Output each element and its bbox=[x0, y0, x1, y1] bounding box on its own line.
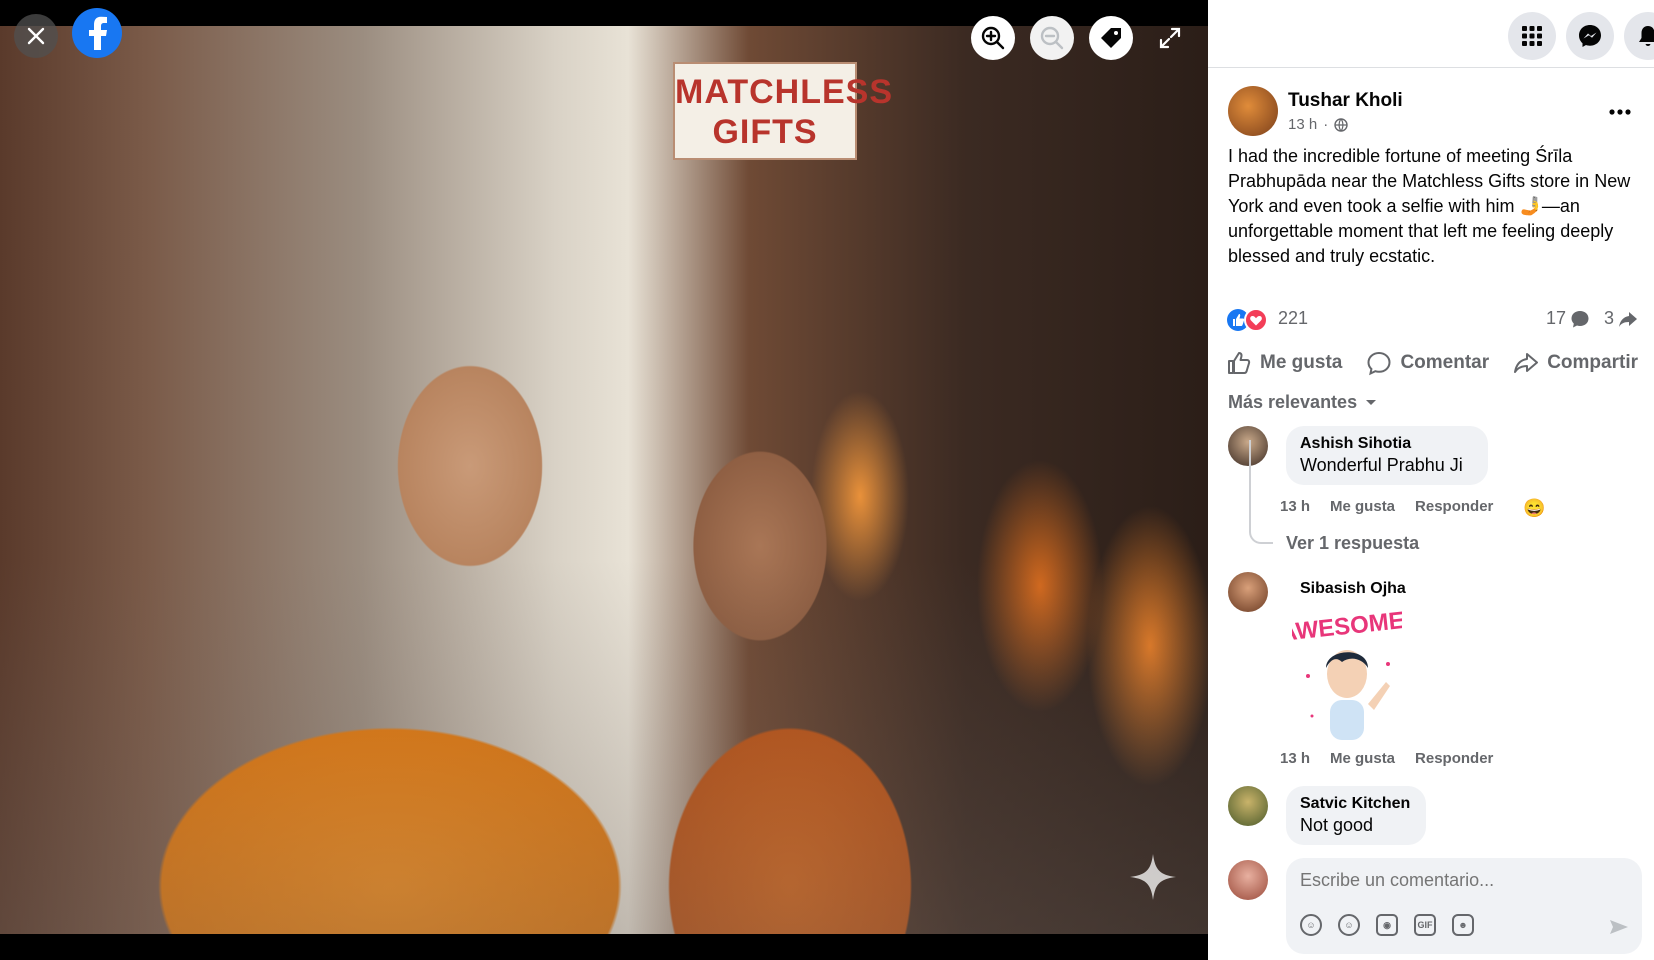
like-love-icons bbox=[1227, 308, 1268, 332]
camera-icon[interactable]: ◉ bbox=[1376, 914, 1398, 936]
commenter-name[interactable]: Satvic Kitchen bbox=[1300, 795, 1412, 813]
store-sign: MATCHLESS GIFTS bbox=[673, 62, 894, 160]
apps-button[interactable] bbox=[1508, 12, 1556, 60]
globe-icon bbox=[1334, 117, 1348, 132]
messenger-button[interactable] bbox=[1566, 12, 1614, 60]
share-button[interactable]: Compartir bbox=[1513, 346, 1638, 380]
send-icon[interactable] bbox=[1608, 916, 1630, 938]
share-label: Compartir bbox=[1547, 352, 1638, 373]
reaction-summary: 221 17 3 bbox=[1226, 306, 1638, 332]
commenter-name[interactable]: Sibasish Ojha bbox=[1300, 580, 1406, 598]
apps-grid-icon bbox=[1522, 26, 1542, 46]
comment-like-link[interactable]: Me gusta bbox=[1330, 498, 1395, 519]
tag-icon bbox=[1101, 28, 1121, 48]
zoom-in-button[interactable] bbox=[971, 16, 1015, 60]
sign-line-1: MATCHLESS bbox=[675, 73, 894, 111]
notifications-icon bbox=[1639, 26, 1654, 46]
zoom-out-button[interactable] bbox=[1030, 16, 1074, 60]
post-text: I had the incredible fortune of meeting … bbox=[1228, 146, 1631, 266]
like-button[interactable]: Me gusta bbox=[1226, 346, 1342, 380]
post-actions: Me gusta Comentar Compartir bbox=[1226, 346, 1638, 380]
zoom-out-icon bbox=[1040, 26, 1064, 50]
comment-time[interactable]: 13 h bbox=[1280, 750, 1310, 767]
share-icon bbox=[1514, 353, 1539, 373]
post-header: Tushar Kholi 13 h · bbox=[1228, 86, 1638, 138]
more-options-icon bbox=[1609, 109, 1631, 115]
post-side-panel: Tushar Kholi 13 h · I had the incredible… bbox=[1208, 0, 1654, 960]
comment-meta: 13 h Me gusta Responder 😄 bbox=[1280, 498, 1546, 519]
fullscreen-icon bbox=[1159, 27, 1181, 49]
sticker-text: AWESOME! bbox=[1292, 606, 1402, 647]
reply-thread-line bbox=[1249, 440, 1273, 544]
facebook-f-icon bbox=[89, 16, 107, 50]
photo-shading bbox=[0, 560, 1208, 960]
comment-item: Ashish Sihotia Wonderful Prabhu Ji bbox=[1228, 426, 1640, 486]
comment-composer: ☺ ☺ ◉ GIF ☻ bbox=[1228, 858, 1642, 956]
comment-button[interactable]: Comentar bbox=[1366, 346, 1489, 380]
chevron-down-icon bbox=[1366, 399, 1377, 405]
comment-meta: 13 h Me gusta Responder bbox=[1280, 750, 1493, 767]
commenter-name[interactable]: Ashish Sihotia bbox=[1300, 435, 1474, 453]
author-name[interactable]: Tushar Kholi bbox=[1288, 90, 1403, 112]
tag-button[interactable] bbox=[1089, 16, 1133, 60]
emoji-icon[interactable]: ☺ bbox=[1338, 914, 1360, 936]
commenter-avatar[interactable] bbox=[1228, 572, 1268, 612]
shares-count: 3 bbox=[1603, 308, 1614, 328]
comment-icon bbox=[1367, 351, 1391, 376]
comment-time[interactable]: 13 h bbox=[1280, 498, 1310, 519]
composer-tools: ☺ ☺ ◉ GIF ☻ bbox=[1300, 914, 1474, 936]
notifications-button[interactable] bbox=[1624, 12, 1654, 60]
comment-bubble: Ashish Sihotia Wonderful Prabhu Ji bbox=[1286, 426, 1488, 485]
close-icon bbox=[27, 27, 45, 45]
facebook-logo[interactable] bbox=[72, 8, 122, 58]
messenger-icon bbox=[1579, 25, 1601, 47]
reactions-count[interactable]: 221 bbox=[1278, 308, 1308, 329]
comment-label: Comentar bbox=[1400, 352, 1490, 373]
avatar-sticker-icon[interactable]: ☺ bbox=[1300, 914, 1322, 936]
author-avatar[interactable] bbox=[1228, 86, 1278, 136]
meta-separator: · bbox=[1323, 116, 1329, 133]
post-time[interactable]: 13 h bbox=[1288, 116, 1317, 133]
shares-count-link[interactable]: 3 bbox=[1604, 308, 1638, 329]
comment-text: Wonderful Prabhu Ji bbox=[1300, 455, 1463, 475]
comment-bubble-icon bbox=[1571, 310, 1589, 327]
viewer-bottom-bar bbox=[0, 934, 1208, 960]
comment-reply-link[interactable]: Responder bbox=[1415, 498, 1493, 519]
side-header bbox=[1208, 0, 1654, 68]
reaction-icons[interactable] bbox=[1226, 308, 1272, 332]
post-options-button[interactable] bbox=[1608, 96, 1632, 122]
comment-item: Satvic Kitchen Not good bbox=[1228, 786, 1640, 846]
comment-text: Not good bbox=[1300, 815, 1374, 835]
close-button[interactable] bbox=[14, 14, 58, 58]
sticker-icon[interactable]: ☻ bbox=[1452, 914, 1474, 936]
comments-count-link[interactable]: 17 bbox=[1546, 308, 1590, 329]
comment-like-link[interactable]: Me gusta bbox=[1330, 750, 1395, 767]
like-label: Me gusta bbox=[1260, 352, 1343, 373]
current-user-avatar[interactable] bbox=[1228, 860, 1268, 900]
sort-label: Más relevantes bbox=[1228, 392, 1358, 412]
post-meta: 13 h · bbox=[1288, 116, 1348, 133]
gif-icon[interactable]: GIF bbox=[1414, 914, 1436, 936]
sparkle-icon bbox=[1130, 854, 1176, 900]
zoom-in-icon bbox=[981, 26, 1005, 50]
comment-item: Sibasish Ojha bbox=[1228, 572, 1640, 772]
comment-bubble: Satvic Kitchen Not good bbox=[1286, 786, 1426, 845]
comment-reaction-emoji[interactable]: 😄 bbox=[1523, 498, 1545, 519]
photo-viewer: MATCHLESS GIFTS bbox=[0, 0, 1208, 960]
comment-reply-link[interactable]: Responder bbox=[1415, 750, 1493, 767]
composer-box: ☺ ☺ ◉ GIF ☻ bbox=[1286, 858, 1642, 954]
comments-count: 17 bbox=[1545, 308, 1566, 328]
awesome-sticker[interactable]: AWESOME! bbox=[1292, 606, 1402, 756]
engagement-counts: 17 3 bbox=[1546, 308, 1638, 329]
comment-input[interactable] bbox=[1300, 870, 1620, 891]
view-replies-link[interactable]: Ver 1 respuesta bbox=[1286, 533, 1419, 554]
fullscreen-button[interactable] bbox=[1150, 18, 1190, 58]
comment-sort-dropdown[interactable]: Más relevantes bbox=[1228, 392, 1377, 413]
share-arrow-icon bbox=[1619, 311, 1637, 327]
sign-line-2: GIFTS bbox=[712, 113, 818, 151]
thumbs-up-icon bbox=[1228, 352, 1251, 374]
commenter-avatar[interactable] bbox=[1228, 786, 1268, 826]
